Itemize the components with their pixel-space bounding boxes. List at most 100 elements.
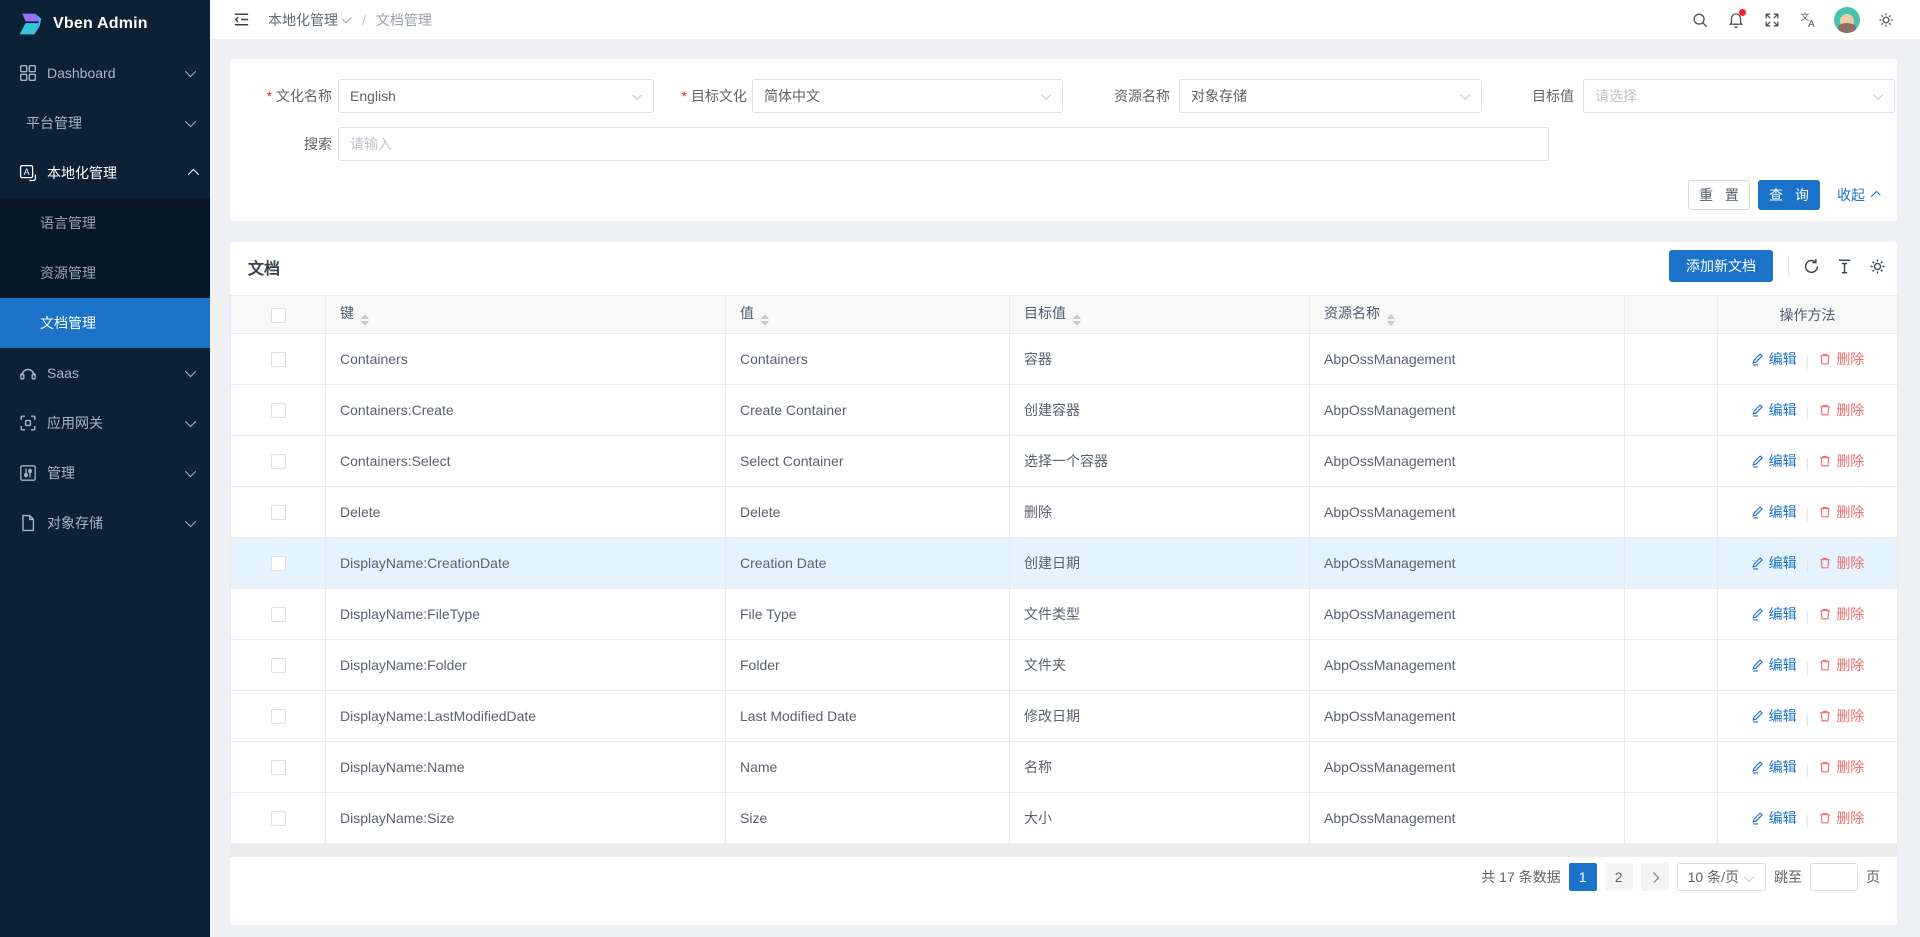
page-button-1[interactable]: 1 <box>1569 863 1597 891</box>
cell-spacer <box>1625 436 1718 487</box>
delete-button[interactable]: 删除 <box>1818 553 1864 573</box>
row-checkbox[interactable] <box>271 352 286 367</box>
table-row[interactable]: ContainersContainers容器AbpOssManagement编辑… <box>231 334 1898 385</box>
page-button-2[interactable]: 2 <box>1605 863 1633 891</box>
column-header-value[interactable]: 值 <box>726 296 1010 334</box>
delete-button[interactable]: 删除 <box>1818 808 1864 828</box>
search-input[interactable] <box>338 127 1549 161</box>
table-row[interactable]: DisplayName:NameName名称AbpOssManagement编辑… <box>231 742 1898 793</box>
settings-icon[interactable] <box>1866 255 1888 277</box>
row-height-icon[interactable] <box>1833 255 1855 277</box>
sort-icon[interactable] <box>1073 314 1081 326</box>
refresh-icon[interactable] <box>1800 255 1822 277</box>
sidebar-item-label: 平台管理 <box>26 113 188 133</box>
sidebar-fold-icon[interactable] <box>228 7 254 33</box>
edit-button[interactable]: 编辑 <box>1751 757 1797 777</box>
delete-button[interactable]: 删除 <box>1818 655 1864 675</box>
column-header-key[interactable]: 键 <box>326 296 726 334</box>
cell-value: Create Container <box>726 385 1010 436</box>
edit-button[interactable]: 编辑 <box>1751 349 1797 369</box>
target-value-select[interactable]: 请选择 <box>1583 79 1895 113</box>
sidebar-item-dashboard[interactable]: Dashboard <box>0 48 210 98</box>
gear-icon[interactable] <box>1870 4 1902 36</box>
logo[interactable]: Vben Admin <box>0 0 210 48</box>
edit-button[interactable]: 编辑 <box>1751 451 1797 471</box>
table-row[interactable]: DeleteDelete删除AbpOssManagement编辑|删除 <box>231 487 1898 538</box>
jump-page-input[interactable] <box>1810 863 1858 891</box>
breadcrumb-item-document[interactable]: 文档管理 <box>376 10 432 30</box>
sidebar-item-resource-management[interactable]: 资源管理 <box>0 248 210 298</box>
column-header-resource[interactable]: 资源名称 <box>1310 296 1625 334</box>
resource-name-select[interactable]: 对象存储 <box>1179 79 1482 113</box>
table-row[interactable]: DisplayName:LastModifiedDateLast Modifie… <box>231 691 1898 742</box>
sidebar-item-language-management[interactable]: 语言管理 <box>0 198 210 248</box>
next-page-button[interactable] <box>1641 863 1669 891</box>
cell-spacer <box>1625 742 1718 793</box>
delete-button[interactable]: 删除 <box>1818 604 1864 624</box>
edit-button[interactable]: 编辑 <box>1751 400 1797 420</box>
table-row[interactable]: DisplayName:CreationDateCreation Date创建日… <box>231 538 1898 589</box>
action-divider: | <box>1806 659 1810 675</box>
cell-resource: AbpOssManagement <box>1310 742 1625 793</box>
edit-button[interactable]: 编辑 <box>1751 655 1797 675</box>
table-row[interactable]: DisplayName:FolderFolder文件夹AbpOssManagem… <box>231 640 1898 691</box>
breadcrumb-item-localization[interactable]: 本地化管理 <box>268 10 352 30</box>
reset-button[interactable]: 重 置 <box>1688 180 1750 210</box>
sort-icon[interactable] <box>361 314 369 326</box>
row-checkbox[interactable] <box>271 811 286 826</box>
chevron-down-icon <box>342 13 352 23</box>
horizontal-scrollbar[interactable] <box>230 844 1897 857</box>
sidebar-item-localization[interactable]: A 本地化管理 <box>0 148 210 198</box>
edit-button[interactable]: 编辑 <box>1751 604 1797 624</box>
collapse-filters-link[interactable]: 收起 <box>1837 180 1879 210</box>
delete-button[interactable]: 删除 <box>1818 451 1864 471</box>
sidebar-item-saas[interactable]: Saas <box>0 348 210 398</box>
trash-icon <box>1818 454 1832 468</box>
sort-icon[interactable] <box>1387 314 1395 326</box>
row-checkbox[interactable] <box>271 454 286 469</box>
row-checkbox[interactable] <box>271 709 286 724</box>
sidebar-item-document-management[interactable]: 文档管理 <box>0 298 210 348</box>
table-row[interactable]: Containers:SelectSelect Container选择一个容器A… <box>231 436 1898 487</box>
notification-bell-icon[interactable] <box>1720 4 1752 36</box>
column-header-target[interactable]: 目标值 <box>1010 296 1310 334</box>
delete-button[interactable]: 删除 <box>1818 349 1864 369</box>
row-checkbox[interactable] <box>271 403 286 418</box>
table-row[interactable]: DisplayName:SizeSize大小AbpOssManagement编辑… <box>231 793 1898 844</box>
row-checkbox[interactable] <box>271 658 286 673</box>
edit-button[interactable]: 编辑 <box>1751 502 1797 522</box>
edit-button[interactable]: 编辑 <box>1751 553 1797 573</box>
sidebar-item-management[interactable]: 管理 <box>0 448 210 498</box>
fullscreen-icon[interactable] <box>1756 4 1788 36</box>
row-checkbox[interactable] <box>271 505 286 520</box>
delete-button[interactable]: 删除 <box>1818 502 1864 522</box>
edit-button[interactable]: 编辑 <box>1751 808 1797 828</box>
sidebar-submenu-localization: 语言管理 资源管理 文档管理 <box>0 198 210 348</box>
query-button[interactable]: 查 询 <box>1758 180 1820 210</box>
delete-button[interactable]: 删除 <box>1818 757 1864 777</box>
cell-resource: AbpOssManagement <box>1310 436 1625 487</box>
table-row[interactable]: Containers:CreateCreate Container创建容器Abp… <box>231 385 1898 436</box>
row-checkbox[interactable] <box>271 556 286 571</box>
page-size-select[interactable]: 10 条/页 <box>1677 863 1766 891</box>
sidebar-item-platform[interactable]: 平台管理 <box>0 98 210 148</box>
edit-button[interactable]: 编辑 <box>1751 706 1797 726</box>
delete-button[interactable]: 删除 <box>1818 400 1864 420</box>
sidebar-item-gateway[interactable]: 应用网关 <box>0 398 210 448</box>
target-culture-select[interactable]: 简体中文 <box>752 79 1063 113</box>
sidebar-item-object-storage[interactable]: 对象存储 <box>0 498 210 548</box>
culture-name-select[interactable]: English <box>338 79 654 113</box>
row-checkbox[interactable] <box>271 607 286 622</box>
delete-button[interactable]: 删除 <box>1818 706 1864 726</box>
cell-value: Folder <box>726 640 1010 691</box>
select-all-checkbox[interactable] <box>271 308 286 323</box>
sort-icon[interactable] <box>761 314 769 326</box>
cell-resource: AbpOssManagement <box>1310 589 1625 640</box>
row-checkbox[interactable] <box>271 760 286 775</box>
add-document-button[interactable]: 添加新文档 <box>1669 250 1773 282</box>
avatar[interactable] <box>1834 7 1860 33</box>
search-icon[interactable] <box>1684 4 1716 36</box>
translate-icon[interactable]: 文 A <box>1792 4 1824 36</box>
pencil-icon <box>1751 403 1765 417</box>
table-row[interactable]: DisplayName:FileTypeFile Type文件类型AbpOssM… <box>231 589 1898 640</box>
